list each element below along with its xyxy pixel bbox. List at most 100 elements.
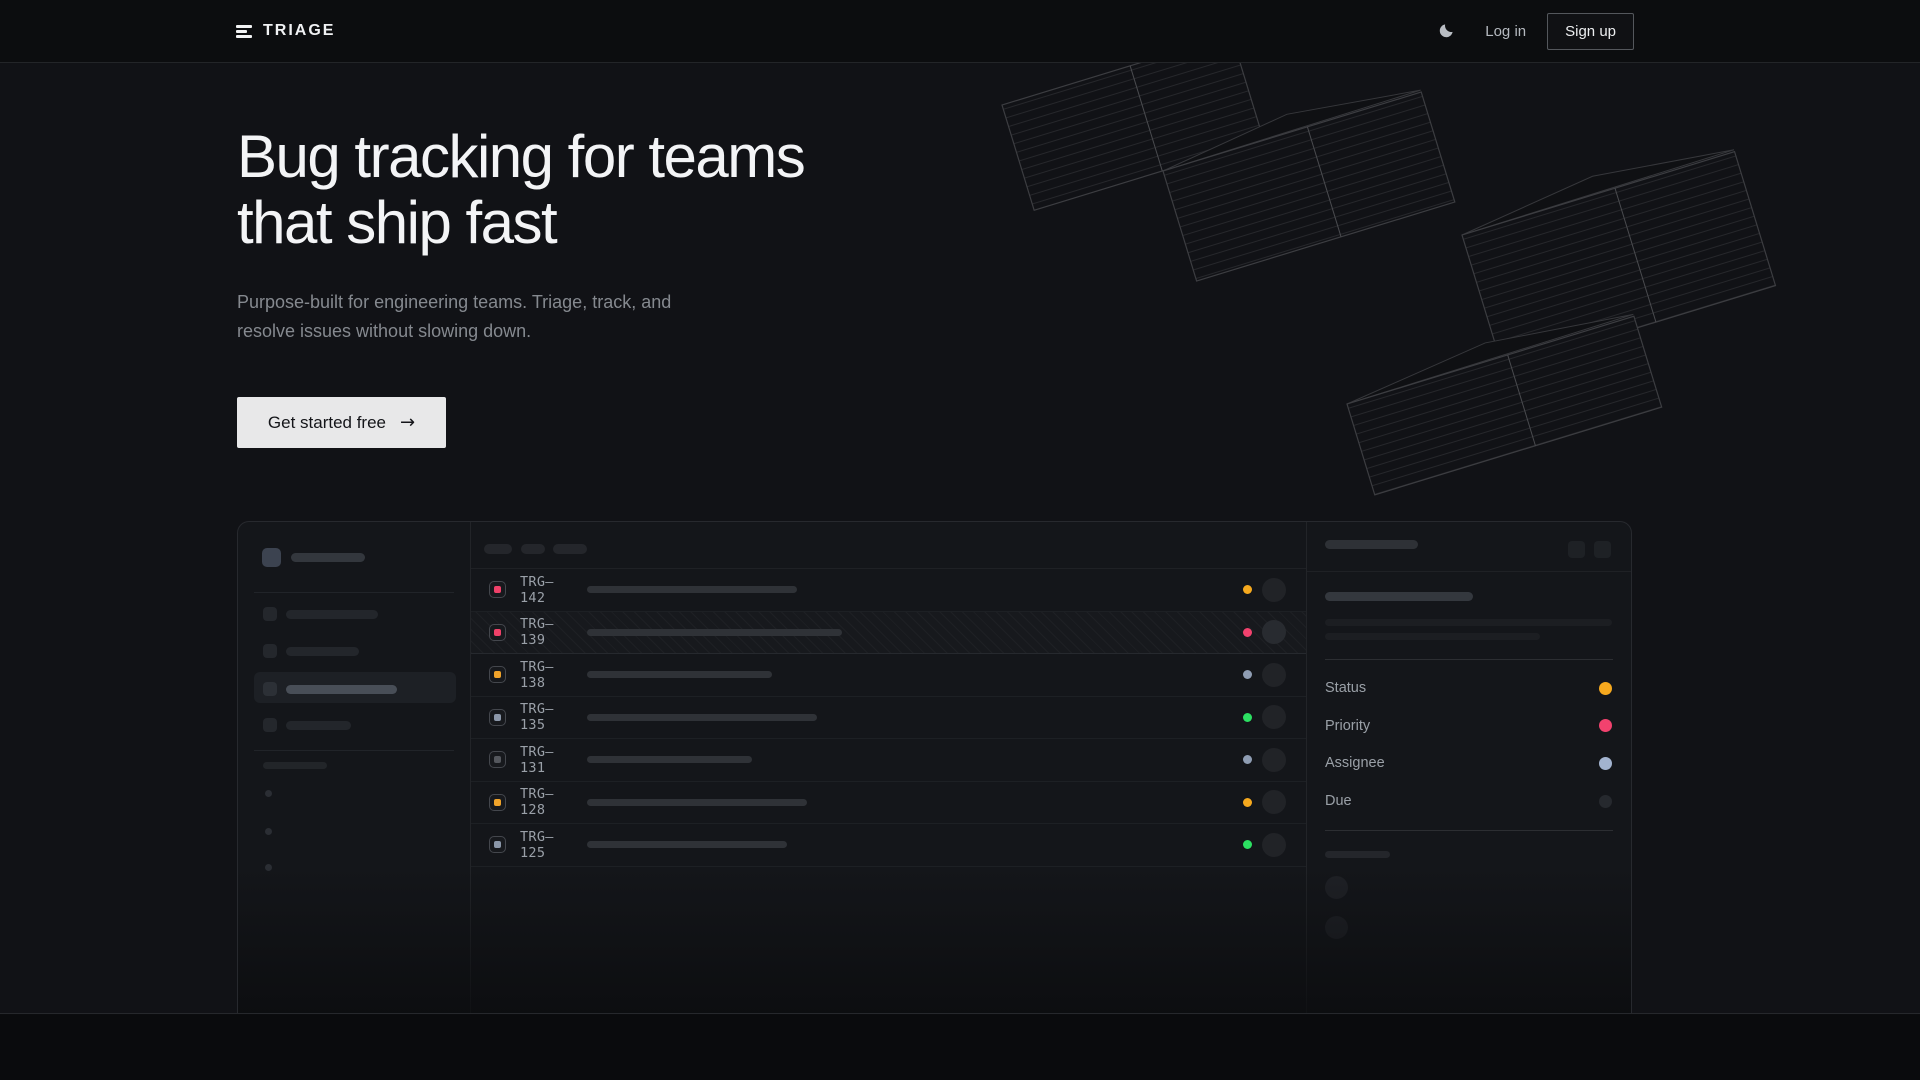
footer — [0, 1015, 1920, 1080]
hero-title-line1: Bug tracking for teams — [237, 123, 804, 190]
issue-type-icon — [489, 666, 506, 683]
issue-row: TRG–138 — [471, 654, 1306, 697]
triage-logo-icon — [236, 25, 252, 38]
theme-toggle[interactable] — [1429, 14, 1463, 48]
moon-icon — [1437, 22, 1455, 40]
list-bullet — [265, 864, 272, 871]
status-dot — [1243, 670, 1252, 679]
avatar — [1262, 790, 1286, 814]
signup-button[interactable]: Sign up — [1547, 13, 1634, 50]
issue-row: TRG–142 — [471, 569, 1306, 612]
divider — [254, 750, 454, 751]
skeleton-section-label — [1325, 851, 1390, 858]
mockup-issue-list: TRG–142 TRG–139 TRG–138 TRG–135 TRG–131 TRG–1… — [471, 522, 1306, 1014]
skeleton-line — [1325, 619, 1612, 626]
app-mockup: TRG–142 TRG–139 TRG–138 TRG–135 TRG–131 TRG–1… — [237, 521, 1632, 1014]
detail-field-row: Assignee — [1325, 753, 1612, 773]
mockup-detail-panel: Status Priority Assignee Due — [1306, 522, 1631, 1014]
panel-action-button — [1568, 541, 1585, 558]
nav-actions: Log in Sign up — [1429, 13, 1634, 50]
brand-name: TRIAGE — [263, 22, 335, 40]
skeleton-title — [1325, 592, 1473, 601]
issue-type-dot — [494, 629, 501, 636]
detail-field-label: Assignee — [1325, 755, 1385, 771]
issue-id: TRG–125 — [520, 829, 574, 861]
issue-id: TRG–138 — [520, 659, 574, 691]
list-bullet — [265, 790, 272, 797]
issue-id: TRG–128 — [520, 786, 574, 818]
skeleton-bar — [587, 714, 817, 721]
skeleton-bar — [587, 586, 797, 593]
sidebar-item-icon — [263, 644, 277, 658]
issue-id: TRG–135 — [520, 701, 574, 733]
detail-field-label: Priority — [1325, 718, 1370, 734]
issue-list-header — [471, 522, 1306, 569]
panel-action-button — [1594, 541, 1611, 558]
hero-section: Bug tracking for teams that ship fast Pu… — [0, 63, 1920, 1014]
skeleton-bar — [286, 610, 378, 619]
skeleton-tab — [521, 544, 545, 554]
hero-title: Bug tracking for teams that ship fast — [237, 124, 804, 256]
brand-logo[interactable]: TRIAGE — [236, 22, 335, 40]
issue-row: TRG–128 — [471, 782, 1306, 825]
skeleton-tab — [484, 544, 512, 554]
avatar — [1262, 663, 1286, 687]
divider — [1307, 571, 1631, 572]
get-started-button[interactable]: Get started free → — [237, 397, 446, 448]
issue-rows: TRG–142 TRG–139 TRG–138 TRG–135 TRG–131 TRG–1… — [471, 569, 1306, 867]
skeleton-section-label — [263, 762, 327, 769]
issue-type-icon — [489, 624, 506, 641]
issue-row: TRG–125 — [471, 824, 1306, 867]
status-dot — [1243, 798, 1252, 807]
issue-type-dot — [494, 671, 501, 678]
issue-type-icon — [489, 794, 506, 811]
divider — [1325, 830, 1613, 831]
detail-field-dot — [1599, 682, 1612, 695]
avatar — [1262, 833, 1286, 857]
issue-id: TRG–142 — [520, 574, 574, 606]
avatar — [1262, 705, 1286, 729]
avatar — [1325, 876, 1348, 899]
detail-field-row: Due — [1325, 791, 1612, 811]
skeleton-bar — [1325, 540, 1418, 549]
status-dot — [1243, 755, 1252, 764]
get-started-label: Get started free — [268, 413, 386, 433]
list-bullet — [265, 828, 272, 835]
status-dot — [1243, 713, 1252, 722]
issue-type-icon — [489, 581, 506, 598]
skeleton-bar — [587, 671, 772, 678]
issue-type-dot — [494, 756, 501, 763]
divider — [254, 592, 454, 593]
sidebar-item-icon — [263, 718, 277, 732]
issue-type-icon — [489, 751, 506, 768]
skeleton-bar — [587, 756, 752, 763]
issue-type-icon — [489, 836, 506, 853]
skeleton-bar — [587, 841, 787, 848]
avatar — [1325, 916, 1348, 939]
login-link[interactable]: Log in — [1485, 23, 1526, 40]
detail-field-row: Status — [1325, 678, 1612, 698]
issue-type-dot — [494, 586, 501, 593]
detail-field-row: Priority — [1325, 716, 1612, 736]
issue-id: TRG–139 — [520, 616, 574, 648]
hero-title-line2: that ship fast — [237, 189, 556, 256]
skeleton-bar — [587, 629, 842, 636]
hero-subtitle-line1: Purpose-built for engineering teams. Tri… — [237, 292, 671, 312]
issue-row: TRG–131 — [471, 739, 1306, 782]
avatar — [1262, 748, 1286, 772]
hero-subtitle-line2: resolve issues without slowing down. — [237, 321, 531, 341]
skeleton-line — [1325, 633, 1540, 640]
sidebar-item-icon — [263, 682, 277, 696]
status-dot — [1243, 840, 1252, 849]
detail-field-dot — [1599, 719, 1612, 732]
issue-row: TRG–135 — [471, 697, 1306, 740]
issue-row: TRG–139 — [471, 612, 1306, 655]
divider — [1325, 659, 1613, 660]
sidebar-item-icon — [263, 607, 277, 621]
skeleton-bar — [291, 553, 365, 562]
hero-subtitle: Purpose-built for engineering teams. Tri… — [237, 288, 671, 346]
page: TRIAGE Log in Sign up — [0, 0, 1920, 1080]
detail-field-label: Status — [1325, 680, 1366, 696]
issue-type-dot — [494, 799, 501, 806]
issue-type-dot — [494, 841, 501, 848]
